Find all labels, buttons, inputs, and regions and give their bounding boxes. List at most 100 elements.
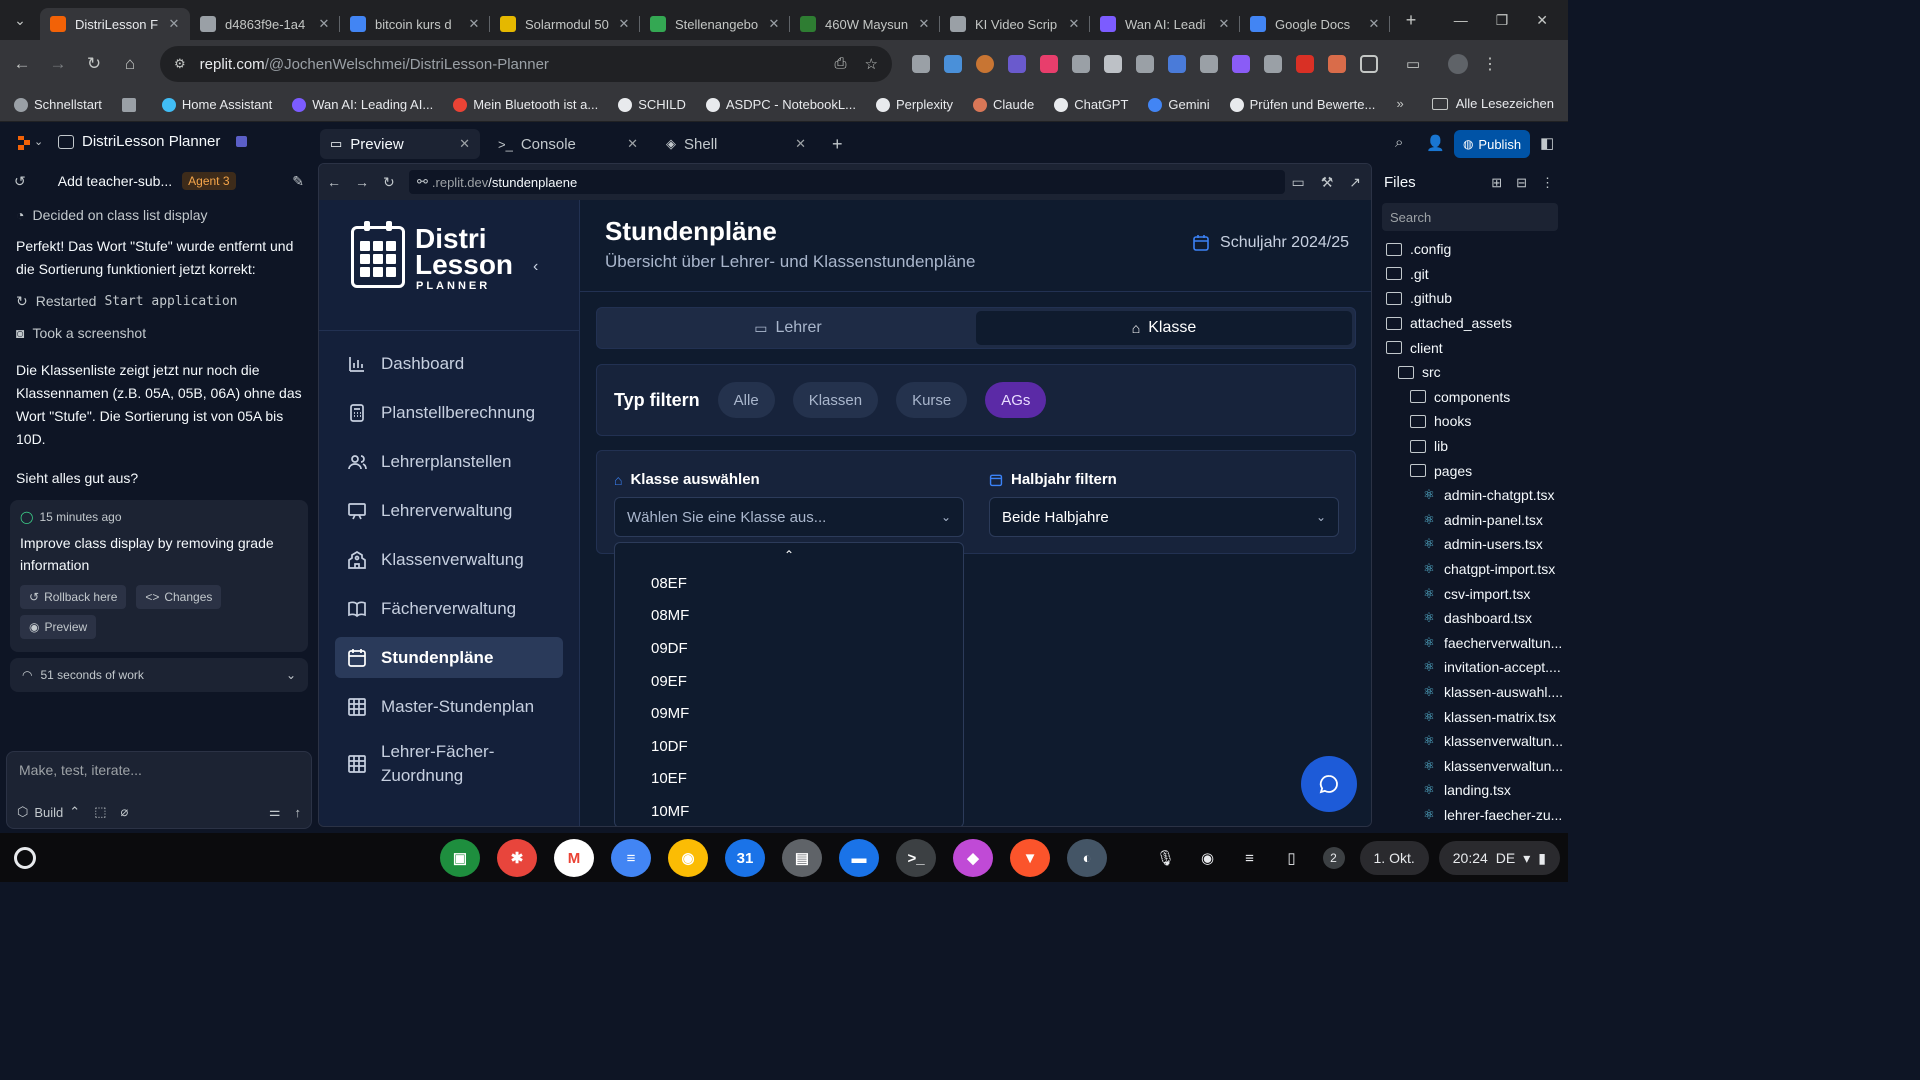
extension-icon[interactable] — [1264, 55, 1282, 73]
browser-menu-icon[interactable]: ⋮ — [1482, 54, 1498, 74]
extension-icon[interactable] — [1328, 55, 1346, 73]
close-tab-icon[interactable]: ✕ — [1366, 16, 1382, 32]
file-item[interactable]: ⚛ klassenverwaltun... — [1374, 729, 1568, 754]
bookmark-star-icon[interactable]: ☆ — [865, 55, 878, 73]
file-item[interactable]: ⚛ admin-panel.tsx — [1374, 508, 1568, 533]
checkpoint-preview-button[interactable]: ◉ Preview — [20, 615, 97, 639]
launcher-button[interactable] — [14, 847, 36, 869]
dropdown-option[interactable]: 10MF — [615, 795, 963, 826]
folder-item[interactable]: components — [1374, 385, 1568, 410]
publish-button[interactable]: ◍ Publish — [1454, 130, 1530, 158]
select-element-icon[interactable]: ⬚ — [94, 804, 106, 820]
folder-item[interactable]: src — [1374, 360, 1568, 385]
extension-icon[interactable] — [1296, 55, 1314, 73]
tab-shell[interactable]: ◈ Shell ✕ — [656, 129, 816, 159]
terminal-app-icon[interactable]: >_ — [896, 839, 936, 877]
more-bookmarks-icon[interactable]: » — [1396, 96, 1403, 111]
class-view-tab[interactable]: ⌂ Klasse — [976, 311, 1352, 345]
browser-tab[interactable]: bitcoin kurs d ✕ — [340, 8, 490, 40]
send-arrow-icon[interactable]: ↑ — [295, 805, 302, 820]
dropdown-option[interactable]: 10EF — [615, 763, 963, 796]
changes-button[interactable]: <> Changes — [136, 585, 222, 609]
bookmark-item[interactable]: ChatGPT — [1054, 97, 1128, 112]
extension-icon[interactable] — [1232, 55, 1250, 73]
close-tab-icon[interactable]: ✕ — [166, 16, 182, 32]
folder-item[interactable]: pages — [1374, 458, 1568, 483]
file-item[interactable]: ⚛ admin-chatgpt.tsx — [1374, 483, 1568, 508]
extension-icon[interactable] — [912, 55, 930, 73]
photo-app-icon[interactable]: ◐ — [1067, 839, 1107, 877]
extension-icon[interactable] — [1136, 55, 1154, 73]
file-item[interactable]: ⚛ klassen-matrix.tsx — [1374, 704, 1568, 729]
chrome-app-icon[interactable]: ◉ — [668, 839, 708, 877]
browser-tab[interactable]: Wan AI: Leadi ✕ — [1090, 8, 1240, 40]
new-chat-icon[interactable]: ✎ — [292, 173, 304, 190]
bookmark-item[interactable]: Gemini — [1148, 97, 1210, 112]
tab-preview[interactable]: ▭ Preview ✕ — [320, 129, 480, 159]
browser-tab[interactable]: d4863f9e-1a4 ✕ — [190, 8, 340, 40]
bookmark-item[interactable]: SCHILD — [618, 97, 686, 112]
filter-chip[interactable]: AGs — [985, 382, 1047, 418]
file-item[interactable]: ⚛ landing.tsx — [1374, 778, 1568, 803]
close-tab-icon[interactable]: ✕ — [795, 136, 806, 152]
folder-item[interactable]: lib — [1374, 434, 1568, 459]
extensions-puzzle-icon[interactable] — [1360, 55, 1378, 73]
close-tab-icon[interactable]: ✕ — [466, 16, 482, 32]
forward-button[interactable]: → — [40, 54, 76, 74]
replit-logo-icon[interactable] — [16, 135, 32, 151]
nav-item[interactable]: Master-Stundenplan — [335, 686, 563, 727]
folder-item[interactable]: hooks — [1374, 409, 1568, 434]
bookmark-item[interactable]: Claude — [973, 97, 1034, 112]
bookmark-item[interactable]: Mein Bluetooth ist a... — [453, 97, 598, 112]
class-select[interactable]: Wählen Sie eine Klasse aus... ⌄ — [614, 497, 964, 537]
close-tab-icon[interactable]: ✕ — [316, 16, 332, 32]
cast-icon[interactable]: ▭ — [1406, 55, 1428, 73]
nav-item[interactable]: Fächerverwaltung — [335, 588, 563, 629]
toggle-panel-icon[interactable]: ◧ — [1540, 134, 1554, 152]
collapse-sidebar-icon[interactable]: ‹ — [533, 258, 538, 276]
filter-chip[interactable]: Kurse — [896, 382, 968, 418]
build-mode-button[interactable]: ⬡ Build ⌃ — [17, 804, 80, 820]
close-tab-icon[interactable]: ✕ — [1216, 16, 1232, 32]
docs-app-icon[interactable]: ≡ — [611, 839, 651, 877]
dropdown-option[interactable]: 08MF — [615, 600, 963, 633]
back-button[interactable]: ← — [4, 54, 40, 74]
classroom-app-icon[interactable]: ▣ — [440, 839, 480, 877]
dropdown-option[interactable]: 09EF — [615, 665, 963, 698]
files-search-input[interactable]: Search — [1382, 203, 1558, 231]
dropdown-option[interactable]: 09MF — [615, 697, 963, 730]
canvas-app-icon[interactable]: ◆ — [953, 839, 993, 877]
new-folder-icon[interactable]: ⊟ — [1516, 175, 1527, 191]
devices-icon[interactable]: ▭ — [1291, 174, 1304, 191]
new-file-icon[interactable]: ⊞ — [1491, 175, 1502, 191]
dropdown-option[interactable]: 09DF — [615, 632, 963, 665]
printer-app-icon[interactable]: ▤ — [782, 839, 822, 877]
bookmark-item[interactable]: Wan AI: Leading AI... — [292, 97, 433, 112]
dropdown-option[interactable]: 10DF — [615, 730, 963, 763]
folder-item[interactable]: .config — [1374, 237, 1568, 262]
nav-item[interactable]: Dashboard — [335, 343, 563, 384]
extension-icon[interactable] — [1168, 55, 1186, 73]
file-item[interactable]: ⚛ invitation-accept.... — [1374, 655, 1568, 680]
dropdown-option[interactable]: 08EF — [615, 567, 963, 600]
preview-back-icon[interactable]: ← — [327, 174, 341, 190]
install-app-icon[interactable]: ⎙ — [835, 55, 847, 73]
clipboard-icon[interactable]: ≡ — [1234, 841, 1266, 875]
extension-icon[interactable] — [976, 55, 994, 73]
search-icon[interactable]: ⌕ — [1395, 134, 1403, 151]
browser-tab[interactable]: Solarmodul 50 ✕ — [490, 8, 640, 40]
maximize-button[interactable]: ❐ — [1496, 12, 1509, 29]
notification-badge[interactable]: 2 — [1318, 841, 1350, 875]
preview-reload-icon[interactable]: ↻ — [383, 174, 395, 191]
folder-item[interactable]: .git — [1374, 262, 1568, 287]
bookmark-item[interactable]: Schnellstart — [14, 97, 102, 112]
profile-avatar[interactable] — [1448, 54, 1468, 74]
tab-console[interactable]: >_ Console ✕ — [488, 129, 648, 159]
bookmark-item[interactable] — [121, 97, 142, 112]
file-item[interactable]: ⚛ chatgpt-import.tsx — [1374, 557, 1568, 582]
work-summary[interactable]: ◠ 51 seconds of work ⌄ — [10, 658, 308, 692]
folder-item[interactable]: client — [1374, 335, 1568, 360]
browser-tab[interactable]: 460W Maysun ✕ — [790, 8, 940, 40]
close-window-button[interactable]: ✕ — [1536, 12, 1548, 29]
preview-url-bar[interactable]: ⚯ .replit.dev/stundenplaene — [409, 170, 1285, 194]
